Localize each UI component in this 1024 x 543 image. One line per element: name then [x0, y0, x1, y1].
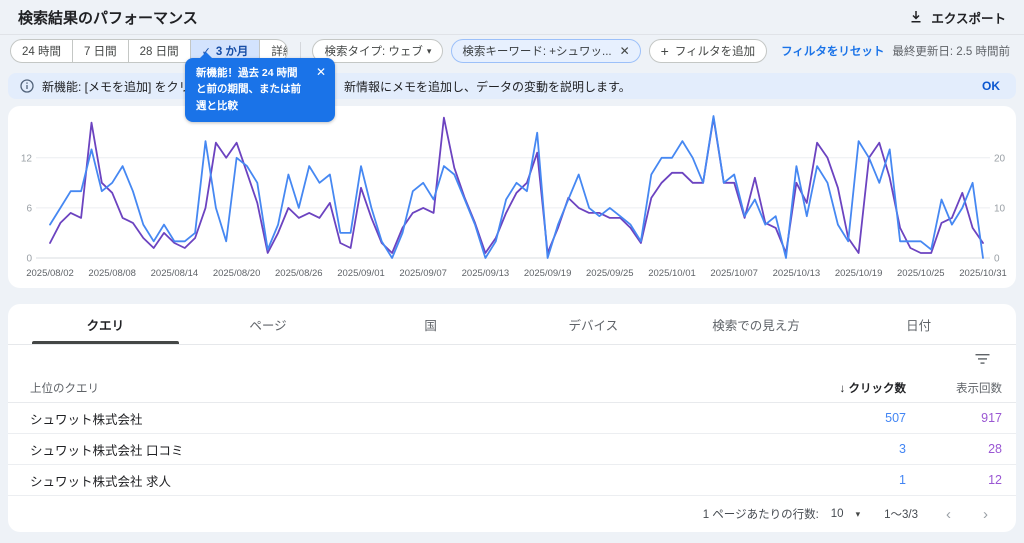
- impressions-cell: 28: [988, 442, 1002, 456]
- svg-text:0: 0: [994, 254, 1000, 265]
- dimensions-table-card: クエリ ページ国デバイス 検索での見え方 日付 上位のクエリ ↓ クリック数 表示回数…: [8, 304, 1016, 532]
- filter-bar: 24 時間7 日間28 日間✓3 か月詳細▾ 検索タイプ: ウェブ ▾ 検索キー…: [0, 35, 1024, 67]
- sort-desc-icon: ↓: [839, 382, 846, 395]
- svg-text:2025/10/13: 2025/10/13: [773, 268, 821, 279]
- export-label: エクスポート: [931, 11, 1006, 26]
- filter-list-icon[interactable]: [975, 353, 990, 365]
- svg-text:2025/08/26: 2025/08/26: [275, 268, 323, 279]
- svg-text:2025/10/25: 2025/10/25: [897, 268, 945, 279]
- new-feature-tooltip: 新機能！過去 24 時間と前の期間、または前週と比較 ✕: [185, 52, 335, 122]
- clicks-cell: 1: [899, 473, 906, 487]
- clicks-cell: 507: [885, 411, 906, 425]
- query-cell: シュワット株式会社 求人: [30, 474, 171, 489]
- new-feature-banner: 新機能: [メモを追加] をクリックするか 新情報にメモを追加し、データの変動を…: [8, 73, 1016, 99]
- chevron-down-icon: ▾: [855, 508, 861, 519]
- add-filter-label: フィルタを追加: [674, 46, 756, 58]
- svg-text:6: 6: [26, 203, 32, 214]
- column-header-query[interactable]: 上位のクエリ: [30, 380, 786, 396]
- export-button[interactable]: エクスポート: [909, 8, 1006, 27]
- column-header-impressions[interactable]: 表示回数: [906, 380, 1002, 396]
- tooltip-close-icon[interactable]: ✕: [316, 65, 326, 114]
- search-performance-page: 検索結果のパフォーマンス エクスポート 24 時間7 日間28 日間✓3 か月詳…: [0, 0, 1024, 543]
- close-icon[interactable]: ✕: [620, 44, 630, 58]
- keyword-filter-chip[interactable]: 検索キーワード: +シュワッ... ✕: [451, 39, 641, 63]
- date-range-label: 7 日間: [84, 46, 117, 58]
- clicks-cell: 3: [899, 442, 906, 456]
- table-row[interactable]: シュワット株式会社 507 917: [8, 403, 1016, 434]
- svg-text:2025/10/31: 2025/10/31: [959, 268, 1007, 279]
- table-header-row: 上位のクエリ ↓ クリック数 表示回数: [8, 373, 1016, 403]
- query-cell: シュワット株式会社 口コミ: [30, 443, 184, 458]
- pagination-bar: 1 ページあたりの行数: 10 ▾ 1～3/3 ‹ ›: [8, 496, 1016, 532]
- date-range-segment[interactable]: 7 日間: [73, 40, 129, 62]
- page-title: 検索結果のパフォーマンス: [18, 9, 198, 27]
- date-range-label: 24 時間: [22, 46, 61, 58]
- performance-line-chart[interactable]: 0 6 12 0 10 20 2025/08/02 2025/08/08 2025/08/14 2…: [8, 106, 1016, 288]
- chevron-down-icon: ▾: [426, 45, 432, 56]
- svg-text:0: 0: [26, 254, 32, 265]
- svg-text:20: 20: [994, 153, 1006, 164]
- svg-text:2025/10/07: 2025/10/07: [710, 268, 758, 279]
- keyword-filter-label: 検索キーワード: +シュワッ...: [462, 46, 612, 58]
- performance-chart-card: 0 6 12 0 10 20 2025/08/02 2025/08/08 2025/08/14 2…: [8, 106, 1016, 288]
- svg-text:2025/08/08: 2025/08/08: [88, 268, 136, 279]
- svg-text:2025/09/07: 2025/09/07: [399, 268, 447, 279]
- previous-page-button[interactable]: ‹: [942, 506, 955, 523]
- date-range-label: 28 日間: [139, 46, 179, 58]
- next-page-button[interactable]: ›: [979, 506, 992, 523]
- add-filter-button[interactable]: + フィルタを追加: [648, 39, 768, 63]
- dimension-tabs: クエリ ページ国デバイス 検索での見え方 日付: [8, 304, 1016, 344]
- download-icon: [909, 10, 923, 24]
- page-header: 検索結果のパフォーマンス エクスポート: [0, 0, 1024, 34]
- tab-queries[interactable]: クエリ: [24, 304, 187, 344]
- pagination-range: 1～3/3: [884, 509, 918, 521]
- svg-text:2025/10/19: 2025/10/19: [835, 268, 883, 279]
- search-type-label: 検索タイプ: ウェブ: [324, 46, 423, 58]
- rows-per-page-label: 1 ページあたりの行数:: [702, 509, 819, 521]
- svg-text:2025/08/02: 2025/08/02: [26, 268, 74, 279]
- svg-text:12: 12: [21, 153, 33, 164]
- svg-text:2025/08/20: 2025/08/20: [213, 268, 261, 279]
- svg-text:2025/09/25: 2025/09/25: [586, 268, 634, 279]
- info-icon: [20, 79, 34, 93]
- date-range-segment[interactable]: 24 時間: [11, 40, 73, 62]
- tooltip-text: 新機能！過去 24 時間と前の期間、または前週と比較: [196, 67, 301, 112]
- svg-text:2025/09/01: 2025/09/01: [337, 268, 385, 279]
- impressions-cell: 12: [988, 473, 1002, 487]
- tab-1[interactable]: ページ: [187, 304, 350, 344]
- last-updated-text: 最終更新日: 2.5 時間前: [892, 46, 1010, 58]
- svg-text:2025/09/19: 2025/09/19: [524, 268, 572, 279]
- date-range-label: 3 か月: [215, 46, 249, 58]
- plus-icon: +: [660, 43, 669, 59]
- svg-text:2025/10/01: 2025/10/01: [648, 268, 696, 279]
- table-row[interactable]: シュワット株式会社 口コミ 3 28: [8, 434, 1016, 465]
- tab-2[interactable]: 国: [349, 304, 512, 344]
- column-header-clicks[interactable]: ↓ クリック数: [786, 380, 906, 396]
- query-cell: シュワット株式会社: [30, 412, 143, 427]
- svg-text:2025/08/14: 2025/08/14: [151, 268, 199, 279]
- detail-label: 詳細: [271, 46, 286, 58]
- table-toolbar: [8, 345, 1016, 373]
- rows-per-page-select[interactable]: 10 ▾: [831, 508, 860, 520]
- svg-text:2025/09/13: 2025/09/13: [462, 268, 510, 279]
- tab-5[interactable]: 日付: [837, 304, 1000, 344]
- reset-filters-link[interactable]: フィルタをリセット: [781, 43, 884, 59]
- tab-3[interactable]: デバイス: [512, 304, 675, 344]
- tab-4[interactable]: 検索での見え方: [675, 304, 838, 344]
- banner-ok-button[interactable]: OK: [982, 79, 1000, 93]
- svg-text:10: 10: [994, 203, 1006, 214]
- table-body: シュワット株式会社 507 917 シュワット株式会社 口コミ 3 28 シュワット株式会社…: [8, 403, 1016, 496]
- impressions-cell: 917: [981, 411, 1002, 425]
- banner-text-right: 新情報にメモを追加し、データの変動を説明します。: [344, 79, 631, 94]
- rows-per-page-value: 10: [830, 508, 844, 520]
- table-row[interactable]: シュワット株式会社 求人 1 12: [8, 465, 1016, 496]
- date-range-segment[interactable]: 28 日間: [129, 40, 191, 62]
